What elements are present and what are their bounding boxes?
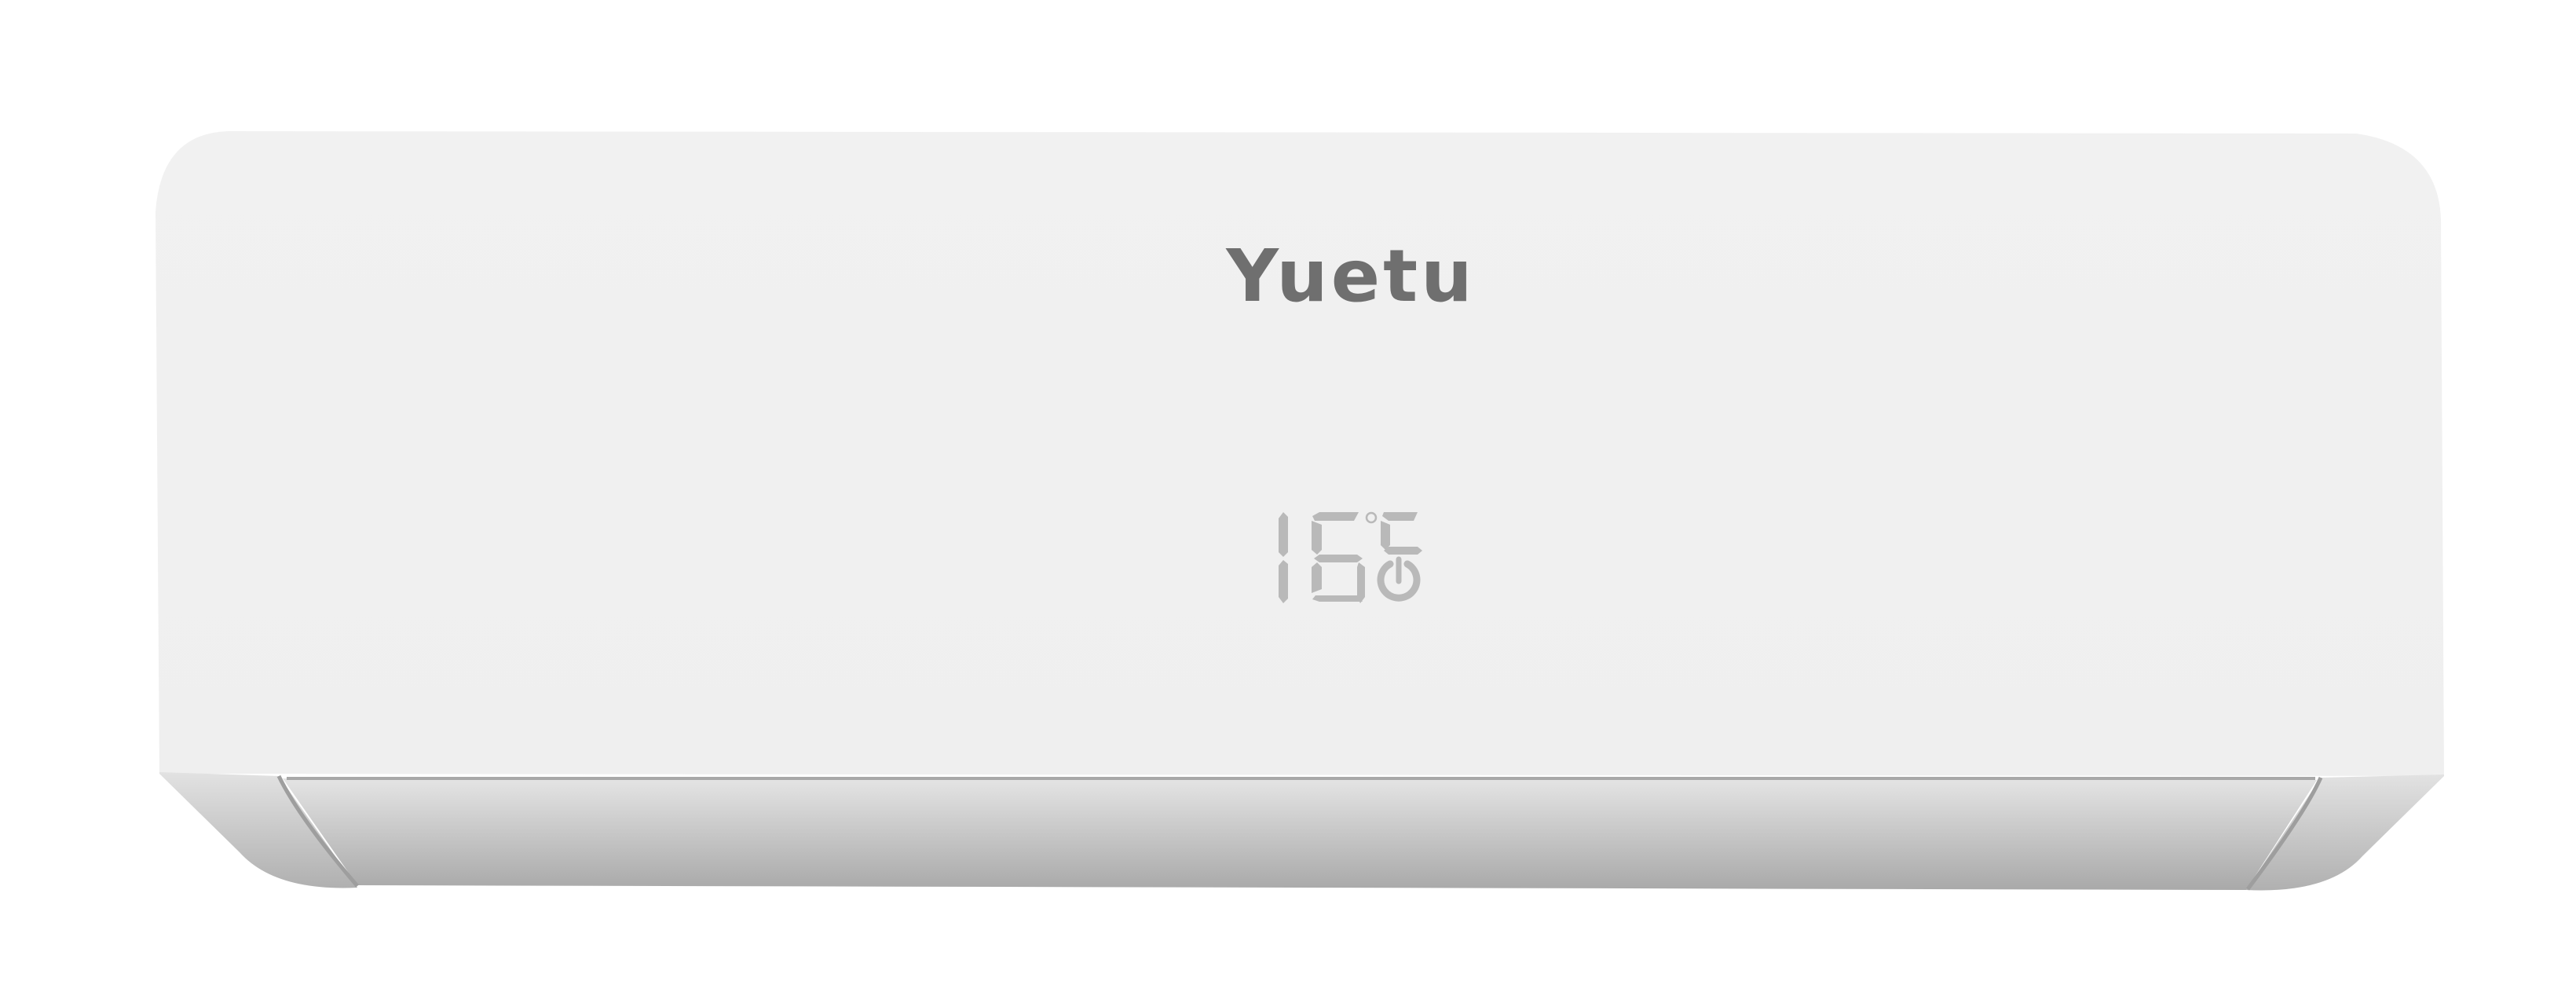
air-conditioner-unit: Yuetu ° 16 C	[156, 131, 2444, 891]
brand-logo: Yuetu	[1225, 234, 1475, 318]
front-panel	[156, 131, 2444, 776]
air-louver[interactable]	[283, 778, 2317, 890]
